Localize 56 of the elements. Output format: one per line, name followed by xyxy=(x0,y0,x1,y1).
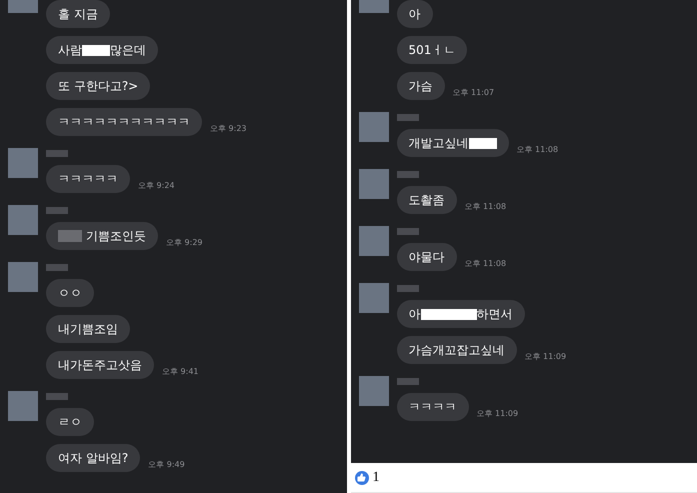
message-bubble: 또 구한다고?> xyxy=(46,72,150,100)
avatar-placeholder xyxy=(358,169,388,199)
redaction-block xyxy=(82,44,110,56)
like-count: 1 xyxy=(372,469,380,487)
message-bubble: 홀 지금 xyxy=(46,0,110,28)
message-time: 오후 11:07 xyxy=(452,87,494,99)
message-time: 오후 9:24 xyxy=(138,180,175,192)
message-bubble: 여자 알바임? xyxy=(46,444,140,472)
avatar-placeholder xyxy=(358,112,388,142)
blurred-name xyxy=(46,207,68,214)
message-bubble: ㅋㅋㅋㅋㅋㅋㅋㅋㅋㅋㅋ xyxy=(46,108,202,136)
message-bubble: 아 xyxy=(396,0,432,28)
redaction-block xyxy=(420,308,448,320)
message-bubble: 내기쁨조임 xyxy=(46,315,130,343)
message-bubble: 가슴개꼬잡고싶네 xyxy=(396,336,516,364)
avatar-placeholder xyxy=(8,391,38,421)
message-time: 오후 9:49 xyxy=(148,459,185,471)
message-bubble: ㅇㅇ xyxy=(46,279,94,307)
blurred-name xyxy=(46,264,68,271)
blurred-name xyxy=(46,150,68,157)
message-time: 오후 9:23 xyxy=(210,123,247,135)
message-time: 오후 11:09 xyxy=(524,351,566,363)
message-bubble: 사람 많은데 xyxy=(46,36,158,64)
message-time: 오후 11:08 xyxy=(464,258,506,270)
message-bubble: 야물다 xyxy=(396,243,456,271)
blurred-name xyxy=(396,114,418,121)
blurred-name xyxy=(396,228,418,235)
message-bubble: 내가돈주고삿음 xyxy=(46,351,154,379)
message-time: 오후 9:41 xyxy=(162,366,199,378)
avatar-placeholder xyxy=(358,376,388,406)
avatar-placeholder xyxy=(8,148,38,178)
avatar-placeholder xyxy=(358,226,388,256)
message-bubble: 도촬좀 xyxy=(396,186,456,214)
message-time: 오후 11:08 xyxy=(516,144,558,156)
message-bubble: 501ㅓㄴ xyxy=(396,36,468,64)
blurred-name xyxy=(396,285,418,292)
blurred-name xyxy=(46,393,68,400)
blurred-block xyxy=(58,230,82,242)
avatar-placeholder xyxy=(8,205,38,235)
message-bubble: 아 하면서 xyxy=(396,300,524,328)
message-bubble: 개발고싶네 xyxy=(396,129,508,157)
message-bubble: ㄹㅇ xyxy=(46,408,94,436)
message-bubble: ㅋㅋㅋㅋㅋ xyxy=(46,165,130,193)
message-bubble: ㅋㅋㅋㅋ xyxy=(396,393,468,421)
like-icon xyxy=(354,470,368,484)
blurred-name xyxy=(396,171,418,178)
message-bubble: 가슴 xyxy=(396,72,444,100)
message-time: 오후 9:29 xyxy=(166,237,203,249)
blurred-name xyxy=(396,378,418,385)
message-time: 오후 11:08 xyxy=(464,201,506,213)
redaction-block xyxy=(448,308,476,320)
message-bubble: 기쁨조인듯 xyxy=(46,222,158,250)
avatar-placeholder xyxy=(358,283,388,313)
message-time: 오후 11:09 xyxy=(476,408,518,420)
redaction-block xyxy=(468,138,496,148)
avatar-placeholder xyxy=(8,262,38,292)
